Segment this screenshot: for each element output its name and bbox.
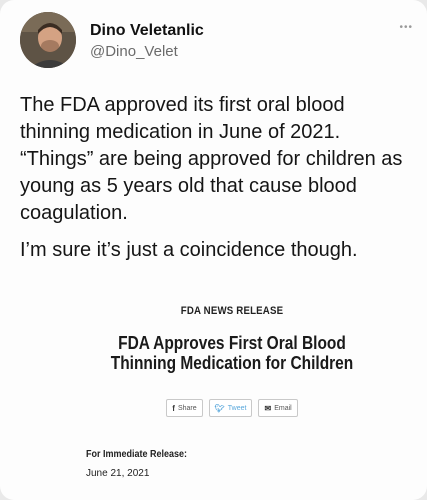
release-kicker: FDA NEWS RELEASE [180, 305, 284, 317]
user-handle[interactable]: @Dino_Velet [90, 43, 204, 60]
facebook-icon: f [172, 403, 175, 413]
tweet-paragraph: I’m sure it’s just a coincidence though. [20, 239, 358, 261]
email-label: Email [274, 404, 292, 412]
tweet-button[interactable]: 🐦︎ Tweet [208, 399, 253, 417]
share-label: Share [177, 404, 197, 412]
tweet-paragraph: The FDA approved its first oral blood th… [20, 94, 403, 224]
envelope-icon: ✉ [264, 403, 272, 413]
ellipsis-icon[interactable]: ••• [399, 22, 413, 33]
tweet-body: The FDA approved its first oral blood th… [20, 92, 415, 274]
tweet-label: Tweet [227, 404, 247, 412]
share-button[interactable]: f Share [166, 399, 203, 417]
author-block: Dino Veletanlic @Dino_Velet [90, 22, 204, 60]
email-button[interactable]: ✉ Email [258, 399, 298, 417]
immediate-release-label: For Immediate Release: [86, 449, 188, 460]
tweet-card: Dino Veletanlic @Dino_Velet ••• The FDA … [0, 0, 427, 500]
release-title: FDA Approves First Oral Blood Thinning M… [110, 333, 354, 373]
embedded-news-release: FDA NEWS RELEASE FDA Approves First Oral… [82, 305, 382, 479]
release-date: June 21, 2021 [86, 468, 150, 479]
avatar[interactable] [20, 12, 76, 68]
display-name[interactable]: Dino Veletanlic [90, 22, 204, 40]
twitter-bird-icon: 🐦︎ [214, 403, 225, 413]
avatar-image [20, 12, 76, 68]
share-row: f Share 🐦︎ Tweet ✉ Email [82, 399, 382, 417]
